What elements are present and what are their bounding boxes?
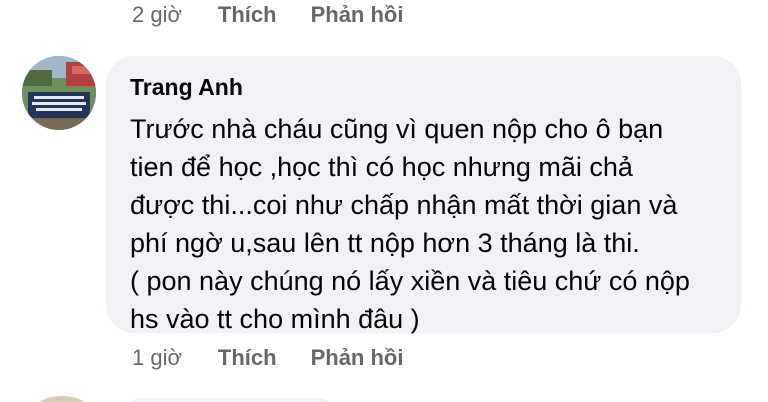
- comment-line: được thi...coi như chấp nhận mất thời gi…: [130, 190, 678, 220]
- next-comment-avatar[interactable]: [38, 396, 86, 402]
- previous-comment-actions: 2 giờ Thích Phản hồi: [132, 0, 437, 30]
- comment-time[interactable]: 1 giờ: [132, 345, 182, 371]
- comment-actions: 1 giờ Thích Phản hồi: [132, 343, 437, 373]
- comment-line: hs vào tt cho mình đâu ): [130, 304, 420, 334]
- comment-line: phí ngờ u,sau lên tt nộp hơn 3 tháng là …: [130, 228, 640, 258]
- previous-reply-button[interactable]: Phản hồi: [311, 2, 404, 28]
- avatar[interactable]: [22, 56, 96, 130]
- comment-line: ( pon này chúng nó lấy xiền và tiêu chứ …: [130, 266, 690, 296]
- next-comment-bubble: [130, 398, 330, 402]
- comment-text: Trước nhà cháu cũng vì quen nộp cho ô bạ…: [130, 110, 721, 338]
- previous-like-button[interactable]: Thích: [218, 2, 277, 28]
- like-button[interactable]: Thích: [218, 345, 277, 371]
- comment-bubble: Trang Anh Trước nhà cháu cũng vì quen nộ…: [106, 56, 741, 334]
- comment-author[interactable]: Trang Anh: [130, 72, 721, 102]
- comment-thread: 2 giờ Thích Phản hồi Trang Anh Trước nhà…: [0, 0, 768, 402]
- previous-comment-time[interactable]: 2 giờ: [132, 2, 182, 28]
- comment-line: tien để học ,học thì có học nhưng mãi ch…: [130, 152, 633, 182]
- avatar-photo: [22, 56, 96, 130]
- reply-button[interactable]: Phản hồi: [311, 345, 404, 371]
- comment-line: Trước nhà cháu cũng vì quen nộp cho ô bạ…: [130, 114, 664, 144]
